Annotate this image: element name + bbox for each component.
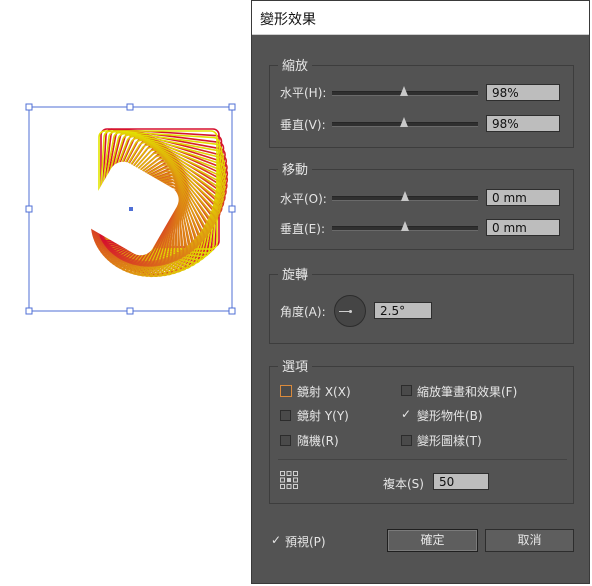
- options-group-title: 選項: [278, 356, 313, 375]
- move-group-title: 移動: [278, 159, 313, 178]
- cancel-button[interactable]: 取消: [485, 529, 574, 552]
- move-horizontal-slider[interactable]: [332, 191, 478, 201]
- move-horizontal-input[interactable]: 0 mm: [486, 189, 560, 206]
- scale-horizontal-label: 水平(H):: [280, 86, 327, 100]
- scale-horizontal-input[interactable]: 98%: [486, 84, 560, 101]
- selection-handle-middle-left: [25, 205, 33, 213]
- scale-group-title: 縮放: [278, 55, 313, 74]
- move-horizontal-label: 水平(O):: [280, 192, 327, 206]
- transform-effect-dialog: 變形效果 縮放 水平(H): 98% 垂直(V): 98% 移動 水平(O): …: [251, 0, 590, 584]
- reflect-x-checkbox[interactable]: [280, 385, 292, 397]
- move-vertical-slider-thumb[interactable]: [401, 221, 409, 231]
- selection-handle-middle-right: [228, 205, 236, 213]
- selection-handle-top-right: [228, 103, 236, 111]
- scale-vertical-input[interactable]: 98%: [486, 115, 560, 132]
- selection-handle-bottom-right: [228, 307, 236, 315]
- dialog-title: 變形效果: [260, 12, 316, 28]
- options-group: 選項 鏡射 X(X) 鏡射 Y(Y) 隨機(R) 縮放筆畫和效果(F) ✓ 變形…: [269, 356, 574, 504]
- reflect-x-label[interactable]: 鏡射 X(X): [297, 383, 351, 400]
- random-checkbox[interactable]: [280, 435, 291, 446]
- scale-strokes-label[interactable]: 縮放筆畫和效果(F): [417, 383, 517, 400]
- transform-patterns-label[interactable]: 變形圖樣(T): [417, 432, 482, 449]
- transform-objects-label[interactable]: 變形物件(B): [417, 407, 483, 424]
- selection-handle-top-left: [25, 103, 33, 111]
- scale-horizontal-slider[interactable]: [332, 86, 478, 96]
- preview-label[interactable]: 預視(P): [285, 533, 326, 550]
- move-horizontal-slider-thumb[interactable]: [401, 191, 409, 201]
- reference-point-icon[interactable]: [279, 470, 299, 490]
- move-group: 移動 水平(O): 0 mm 垂直(E): 0 mm: [269, 159, 574, 250]
- move-vertical-slider[interactable]: [332, 221, 478, 231]
- reflect-y-label[interactable]: 鏡射 Y(Y): [297, 407, 349, 424]
- angle-dial[interactable]: [334, 295, 366, 327]
- scale-group: 縮放 水平(H): 98% 垂直(V): 98%: [269, 55, 574, 148]
- scale-strokes-checkbox[interactable]: [401, 385, 412, 396]
- dialog-titlebar[interactable]: 變形效果: [252, 1, 589, 35]
- copies-input[interactable]: 50: [433, 473, 489, 490]
- rotate-group-title: 旋轉: [278, 264, 313, 283]
- selection-handle-bottom-middle: [126, 307, 134, 315]
- scale-vertical-slider-thumb[interactable]: [399, 117, 408, 127]
- options-divider: [278, 459, 567, 460]
- copies-label: 複本(S): [383, 477, 424, 491]
- angle-dial-center: [349, 310, 352, 313]
- angle-input[interactable]: 2.5°: [374, 302, 432, 319]
- spiral-artwork[interactable]: [0, 0, 250, 586]
- scale-vertical-slider[interactable]: [332, 117, 478, 127]
- scale-vertical-label: 垂直(V):: [280, 118, 326, 132]
- rotate-group: 旋轉 角度(A): 2.5°: [269, 264, 574, 344]
- selection-handle-top-middle: [126, 103, 134, 111]
- selection-handle-bottom-left: [25, 307, 33, 315]
- reflect-y-checkbox[interactable]: [280, 410, 291, 421]
- move-vertical-input[interactable]: 0 mm: [486, 219, 560, 236]
- artboard[interactable]: [0, 0, 250, 586]
- selection-center-point: [129, 207, 133, 211]
- scale-horizontal-slider-thumb[interactable]: [399, 86, 408, 96]
- move-vertical-label: 垂直(E):: [280, 222, 325, 236]
- transform-patterns-checkbox[interactable]: [401, 435, 412, 446]
- angle-label: 角度(A):: [280, 305, 326, 319]
- ok-button[interactable]: 確定: [387, 529, 478, 552]
- transform-objects-checkmark-icon[interactable]: ✓: [401, 408, 411, 420]
- preview-checkmark-icon[interactable]: ✓: [271, 534, 281, 546]
- random-label[interactable]: 隨機(R): [297, 432, 339, 449]
